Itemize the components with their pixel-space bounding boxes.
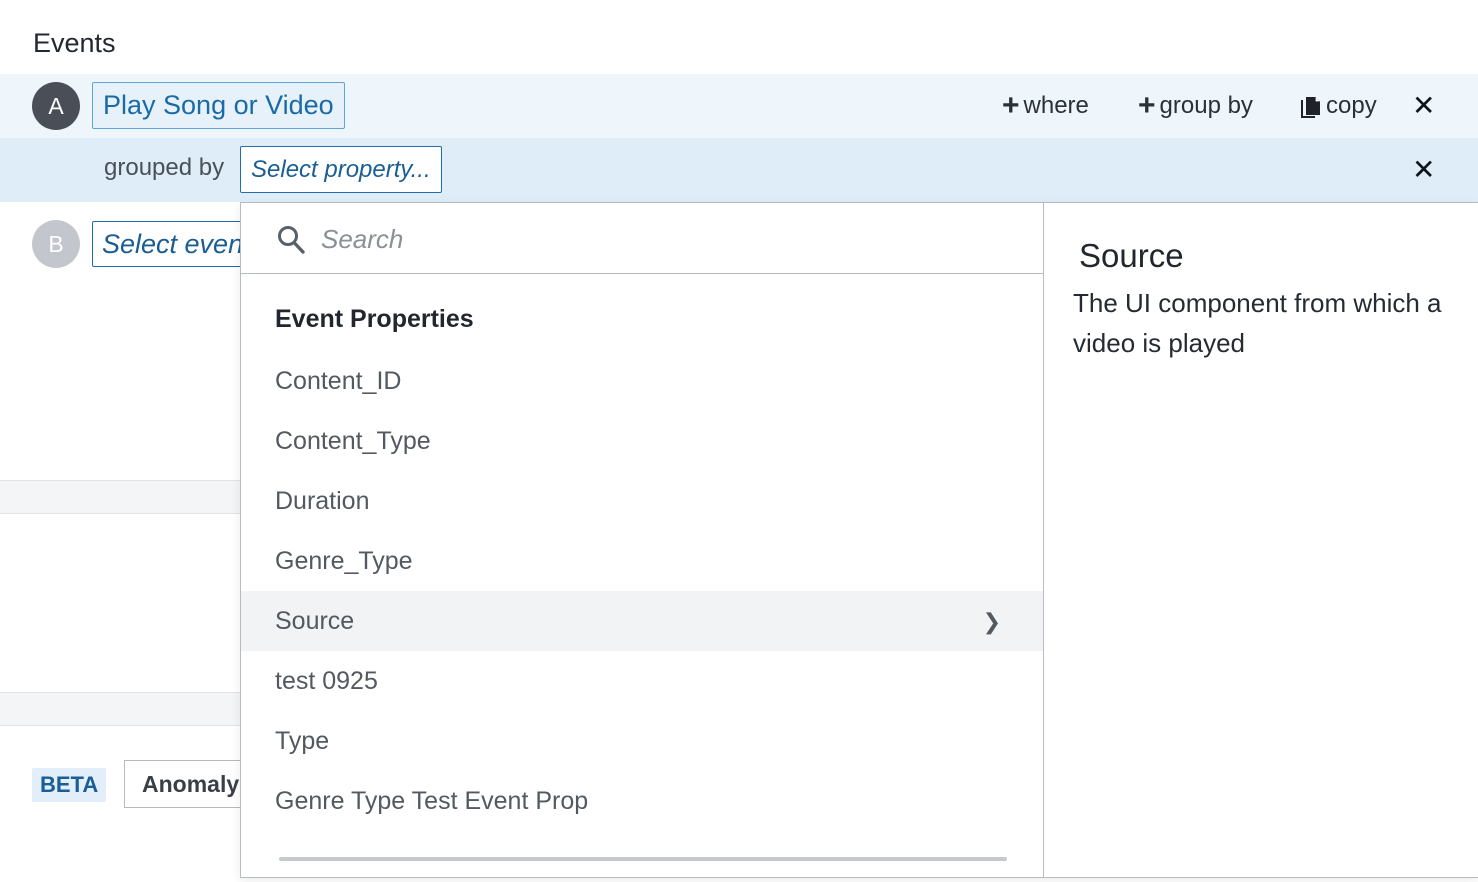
- detail-description: The UI component from which a video is p…: [1073, 288, 1442, 358]
- horizontal-scrollbar[interactable]: [279, 857, 1007, 861]
- add-where-button[interactable]: + where: [1002, 88, 1089, 124]
- property-detail-pane: Source The UI component from which a vid…: [1045, 203, 1478, 877]
- event-a-badge: A: [32, 82, 80, 130]
- list-item-label: Content_Type: [275, 426, 431, 455]
- plus-icon: +: [1002, 89, 1020, 122]
- chevron-right-icon: ❯: [982, 609, 1001, 634]
- close-icon[interactable]: ✕: [1412, 92, 1435, 120]
- section-divider: [0, 480, 242, 514]
- property-list-pane: Event Properties Content_ID Content_Type…: [241, 203, 1044, 877]
- list-item[interactable]: Duration: [241, 471, 1043, 531]
- list-item-label: Genre_Type: [275, 546, 413, 575]
- search-icon: [278, 226, 305, 254]
- property-list: Content_ID Content_Type Duration Genre_T…: [241, 351, 1043, 831]
- list-item-label: Source: [275, 606, 355, 635]
- copy-icon: [1301, 97, 1320, 118]
- list-item-label: Type: [275, 726, 330, 755]
- anomaly-button[interactable]: Anomaly: [124, 760, 254, 808]
- select-property-field[interactable]: Select property...: [240, 146, 442, 193]
- beta-badge: BETA: [32, 768, 107, 802]
- detail-title: Source: [1079, 237, 1184, 274]
- property-dropdown: Event Properties Content_ID Content_Type…: [240, 202, 1478, 878]
- grouped-by-label: grouped by: [104, 154, 225, 181]
- copy-label: copy: [1326, 92, 1377, 119]
- search-input[interactable]: [321, 217, 1001, 261]
- list-item-label: Duration: [275, 486, 370, 515]
- list-item[interactable]: Source ❯: [241, 591, 1043, 651]
- list-item[interactable]: test 0925: [241, 651, 1043, 711]
- plus-icon: +: [1138, 89, 1156, 122]
- list-item[interactable]: Genre Type Test Event Prop: [241, 771, 1043, 831]
- list-item-label: Content_ID: [275, 366, 402, 395]
- list-item[interactable]: Content_Type: [241, 411, 1043, 471]
- search-box: [241, 203, 1043, 274]
- event-b-badge: B: [32, 220, 80, 268]
- where-label: where: [1023, 92, 1089, 119]
- list-item-label: Genre Type Test Event Prop: [275, 786, 589, 815]
- list-item-label: test 0925: [275, 666, 378, 695]
- copy-button[interactable]: copy: [1300, 88, 1377, 124]
- select-event-field[interactable]: Select event: [92, 221, 252, 267]
- group-by-label: group by: [1159, 92, 1253, 119]
- event-a-chip[interactable]: Play Song or Video: [92, 82, 345, 129]
- section-title: Events: [33, 28, 116, 58]
- add-group-by-button[interactable]: + group by: [1138, 88, 1253, 124]
- list-item[interactable]: Content_ID: [241, 351, 1043, 411]
- group-heading: Event Properties: [275, 305, 474, 333]
- list-item[interactable]: Genre_Type: [241, 531, 1043, 591]
- section-divider: [0, 692, 242, 726]
- list-item[interactable]: Type: [241, 711, 1043, 771]
- close-icon[interactable]: ✕: [1412, 156, 1435, 184]
